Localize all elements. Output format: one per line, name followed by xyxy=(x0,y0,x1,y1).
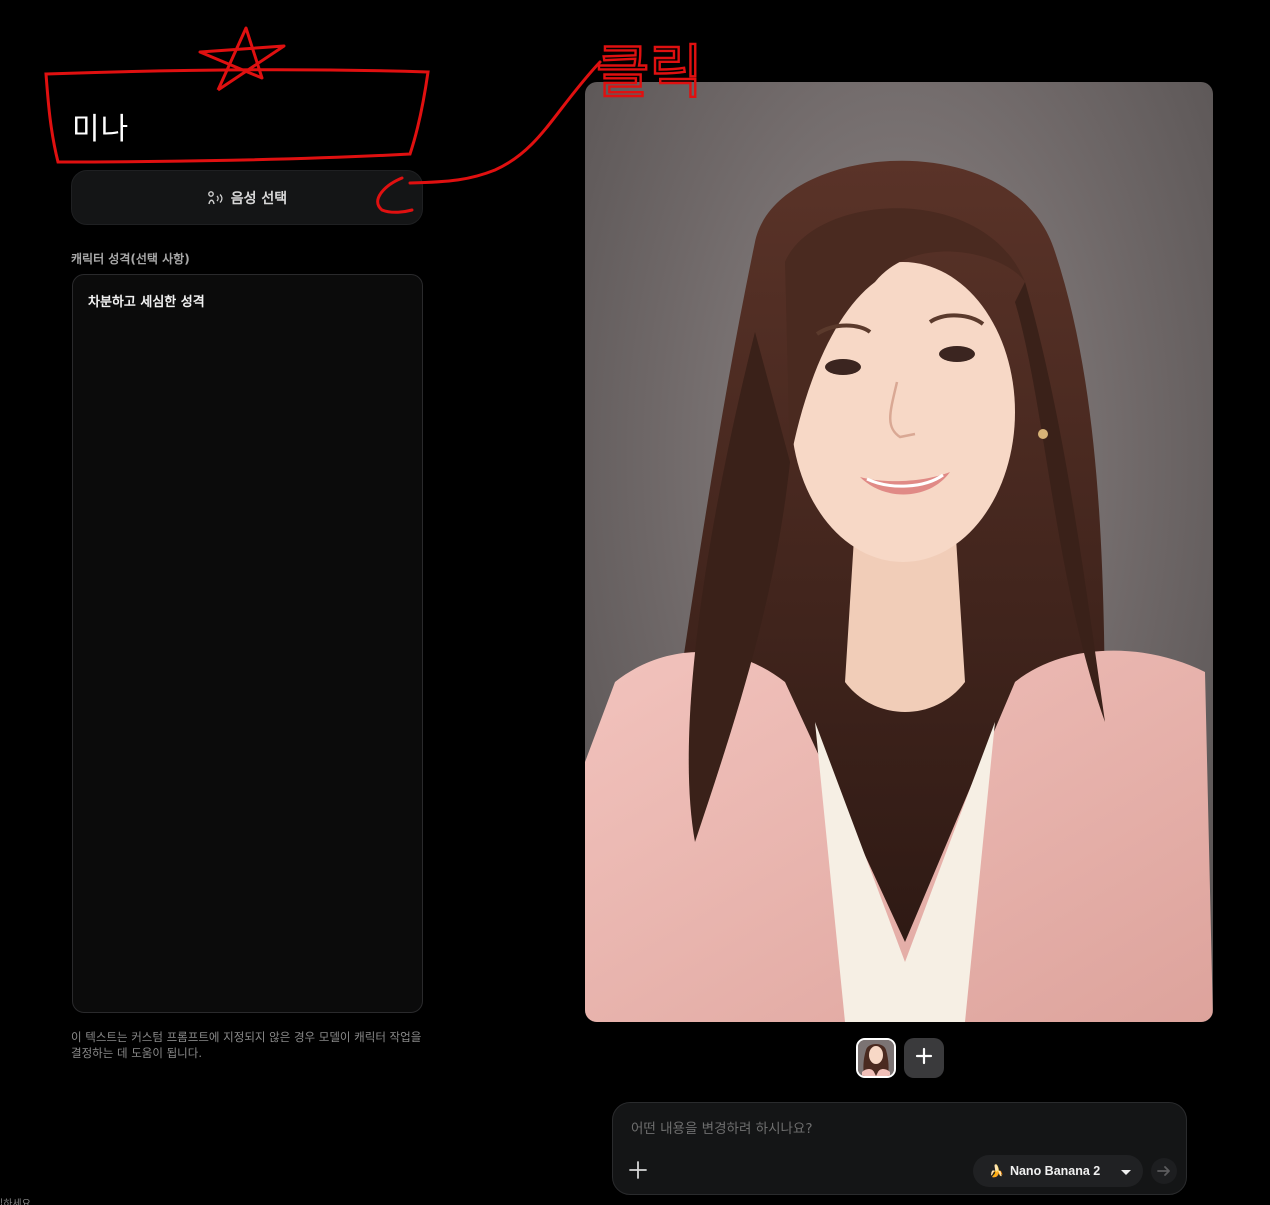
thumbnail-selected[interactable] xyxy=(856,1038,896,1078)
character-editor-page: 미나 음성 선택 캐릭터 성격(선택 사항) 차분하고 세심한 성격 이 텍스트… xyxy=(0,0,1270,1205)
model-name: Nano Banana 2 xyxy=(1009,1164,1101,1178)
plus-icon xyxy=(629,1161,647,1179)
edit-prompt-input[interactable] xyxy=(629,1117,1153,1141)
attach-button[interactable] xyxy=(627,1159,649,1181)
portrait-image xyxy=(585,160,1213,1022)
thumbnail-portrait-image xyxy=(858,1040,894,1076)
personality-textarea[interactable]: 차분하고 세심한 성격 xyxy=(72,274,423,1013)
plus-icon xyxy=(915,1047,933,1069)
character-name[interactable]: 미나 xyxy=(72,104,129,148)
character-portrait[interactable] xyxy=(585,82,1213,1022)
add-image-button[interactable] xyxy=(904,1038,944,1078)
annotation-star xyxy=(198,26,286,92)
banana-icon: 🍌 xyxy=(989,1164,1004,1178)
caret-down-icon xyxy=(1120,1162,1132,1181)
personality-value: 차분하고 세심한 성격 xyxy=(88,295,205,310)
voice-wave-icon xyxy=(207,190,225,206)
arrow-right-icon xyxy=(1157,1166,1170,1176)
model-select[interactable]: 🍌 Nano Banana 2 xyxy=(973,1155,1143,1187)
personality-helper-text: 이 텍스트는 커스텀 프롬프트에 지정되지 않은 경우 모델이 캐릭터 작업을 … xyxy=(71,1030,422,1060)
voice-select-button[interactable]: 음성 선택 xyxy=(71,170,423,225)
cut-off-text: 입하세요 xyxy=(0,1199,31,1205)
send-button[interactable] xyxy=(1151,1158,1177,1184)
voice-select-label: 음성 선택 xyxy=(230,190,288,207)
edit-prompt-box: 🍌 Nano Banana 2 xyxy=(612,1102,1187,1195)
personality-label: 캐릭터 성격(선택 사항) xyxy=(71,252,190,266)
